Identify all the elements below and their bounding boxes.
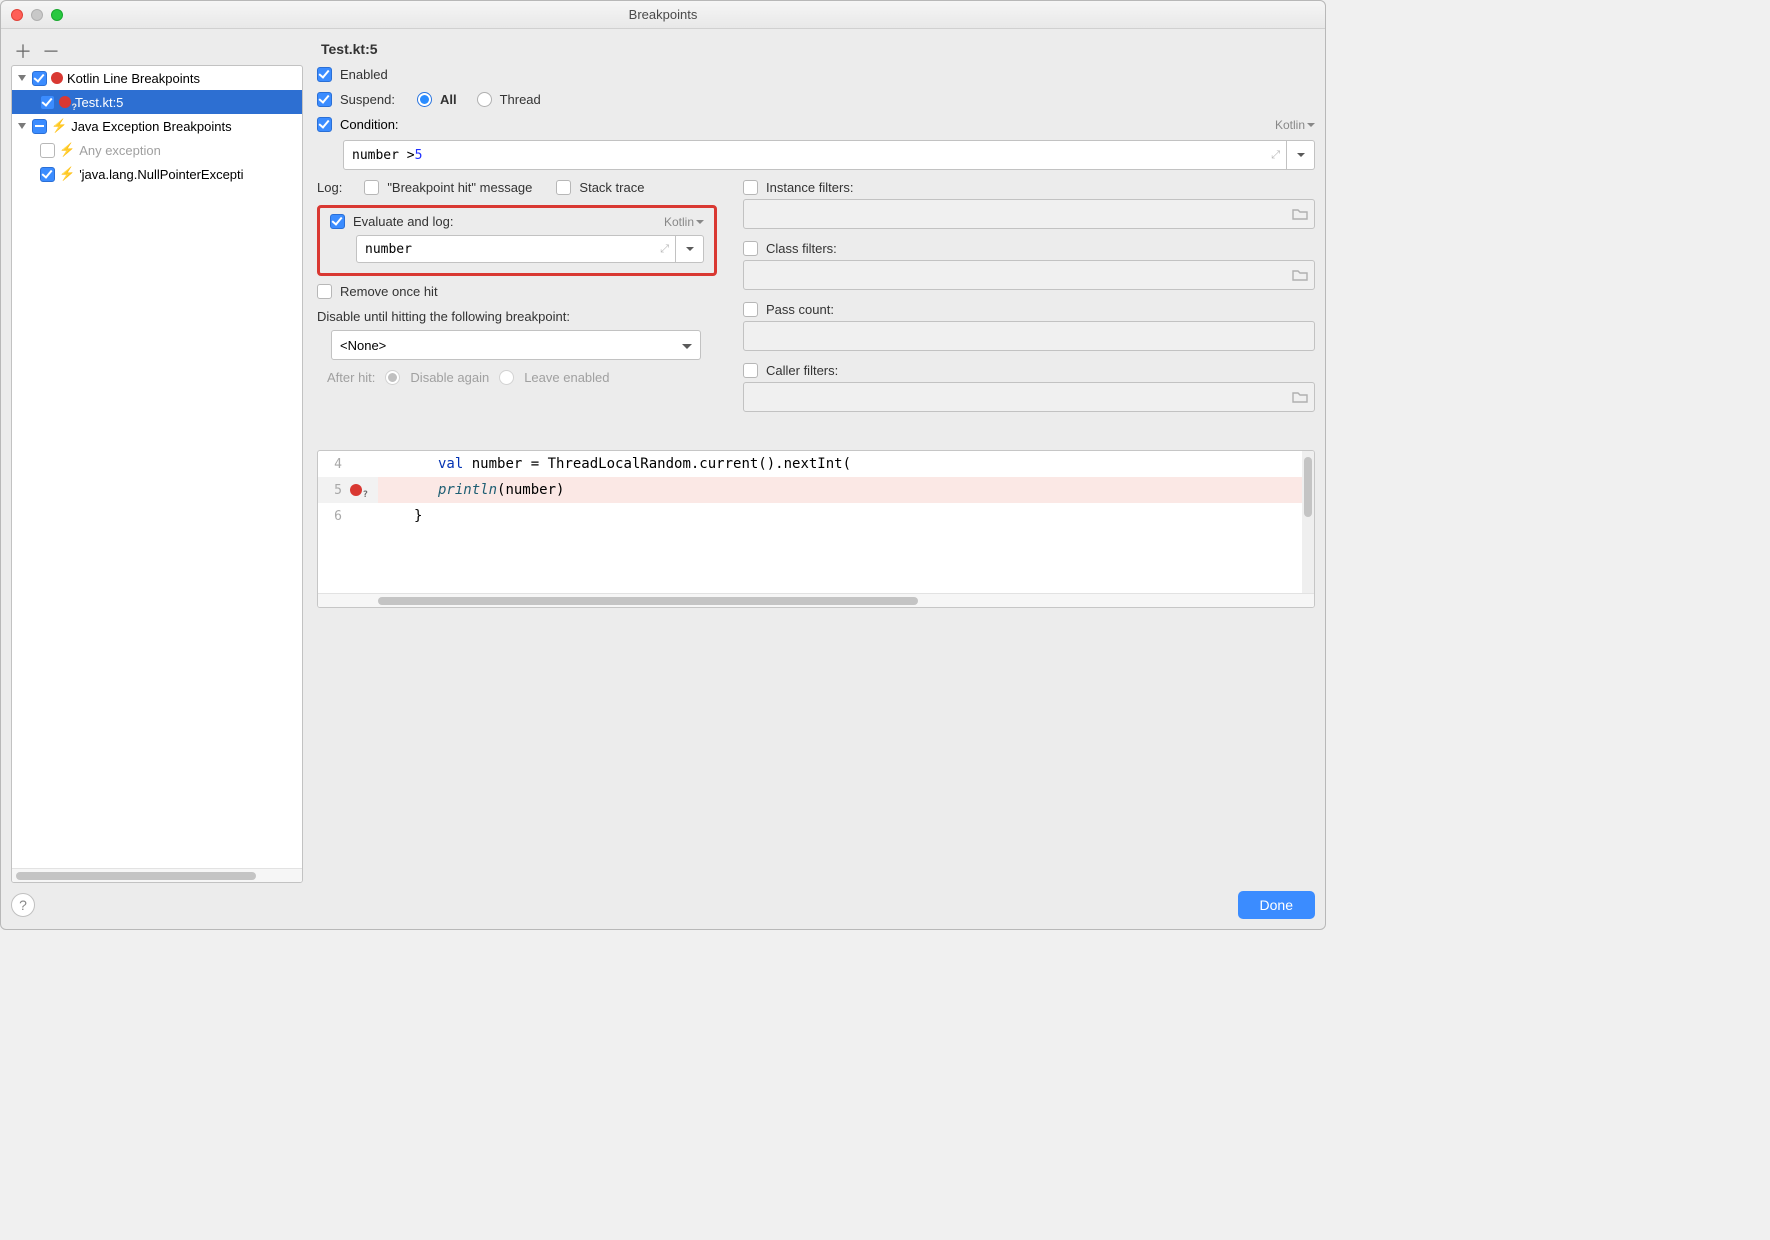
tree-group-kotlin-line[interactable]: Kotlin Line Breakpoints — [12, 66, 302, 90]
caller-filters-label: Caller filters: — [766, 363, 838, 378]
log-stack-trace-checkbox[interactable] — [556, 180, 571, 195]
remove-once-hit-checkbox[interactable] — [317, 284, 332, 299]
remove-once-hit-label: Remove once hit — [340, 284, 438, 299]
pass-count-field — [743, 321, 1315, 351]
tree-item-any-exception[interactable]: ⚡ Any exception — [12, 138, 302, 162]
line-number: 5 — [318, 483, 348, 498]
instance-filters-checkbox[interactable] — [743, 180, 758, 195]
evaluate-history-dropdown[interactable] — [676, 235, 704, 263]
suspend-label: Suspend: — [340, 92, 395, 107]
instance-filters-field — [743, 199, 1315, 229]
instance-filters-label: Instance filters: — [766, 180, 853, 195]
code-preview: 4 val number = ThreadLocalRandom.current… — [317, 450, 1315, 608]
browse-icon[interactable] — [1292, 390, 1308, 404]
tree-item-test-kt-5[interactable]: Test.kt:5 — [12, 90, 302, 114]
group-checkbox[interactable] — [32, 71, 47, 86]
evaluate-log-input[interactable]: number ⤢ — [356, 235, 676, 263]
tree-toolbar: ＋ － — [11, 37, 303, 65]
log-hit-message-label: "Breakpoint hit" message — [387, 180, 532, 195]
enabled-label: Enabled — [340, 67, 388, 82]
window-title: Breakpoints — [1, 7, 1325, 22]
evaluate-log-label: Evaluate and log: — [353, 214, 453, 229]
condition-history-dropdown[interactable] — [1287, 140, 1315, 170]
tree-item-npe[interactable]: ⚡ 'java.lang.NullPointerExcepti — [12, 162, 302, 186]
suspend-all-radio[interactable] — [417, 92, 432, 107]
after-hit-leave-radio — [499, 370, 514, 385]
tree-label: Kotlin Line Breakpoints — [67, 71, 200, 86]
class-filters-checkbox[interactable] — [743, 241, 758, 256]
group-checkbox[interactable] — [32, 119, 47, 134]
class-filters-field — [743, 260, 1315, 290]
disable-until-select[interactable]: <None> — [331, 330, 701, 360]
tree-group-java-exception[interactable]: ⚡ Java Exception Breakpoints — [12, 114, 302, 138]
tree-label: Test.kt:5 — [75, 95, 123, 110]
evaluate-log-checkbox[interactable] — [330, 214, 345, 229]
code-vertical-scrollbar[interactable] — [1302, 451, 1314, 593]
condition-label: Condition: — [340, 117, 399, 132]
browse-icon[interactable] — [1292, 268, 1308, 282]
evaluate-and-log-highlight: Evaluate and log: Kotlin number ⤢ — [317, 205, 717, 276]
log-label: Log: — [317, 180, 342, 195]
tree-horizontal-scrollbar[interactable] — [12, 868, 302, 882]
disable-until-label: Disable until hitting the following brea… — [317, 309, 570, 324]
item-checkbox[interactable] — [40, 143, 55, 158]
exception-icon: ⚡ — [59, 142, 75, 158]
gutter-breakpoint-icon[interactable] — [350, 484, 362, 496]
expand-icon[interactable]: ⤢ — [660, 242, 669, 256]
after-hit-disable-radio — [385, 370, 400, 385]
breakpoint-title: Test.kt:5 — [321, 41, 1315, 57]
line-number: 6 — [318, 509, 348, 524]
pass-count-checkbox[interactable] — [743, 302, 758, 317]
condition-language-dropdown[interactable]: Kotlin — [1275, 118, 1315, 132]
exception-icon: ⚡ — [59, 166, 75, 182]
class-filters-label: Class filters: — [766, 241, 837, 256]
enabled-checkbox[interactable] — [317, 67, 332, 82]
line-number: 4 — [318, 457, 348, 472]
help-button[interactable]: ? — [11, 893, 35, 917]
browse-icon[interactable] — [1292, 207, 1308, 221]
evaluate-language-dropdown[interactable]: Kotlin — [664, 215, 704, 229]
code-horizontal-scrollbar[interactable] — [318, 593, 1314, 607]
caller-filters-field — [743, 382, 1315, 412]
suspend-thread-label: Thread — [500, 92, 541, 107]
suspend-thread-radio[interactable] — [477, 92, 492, 107]
breakpoints-dialog: Breakpoints ＋ － Kotlin Line Breakpoin — [0, 0, 1326, 930]
condition-checkbox[interactable] — [317, 117, 332, 132]
after-hit-disable-label: Disable again — [410, 370, 489, 385]
pass-count-label: Pass count: — [766, 302, 834, 317]
breakpoint-icon — [51, 72, 63, 84]
caller-filters-checkbox[interactable] — [743, 363, 758, 378]
titlebar: Breakpoints — [1, 1, 1325, 29]
after-hit-leave-label: Leave enabled — [524, 370, 609, 385]
item-checkbox[interactable] — [40, 95, 55, 110]
suspend-checkbox[interactable] — [317, 92, 332, 107]
exception-icon: ⚡ — [51, 118, 67, 134]
tree-label: Any exception — [79, 143, 161, 158]
add-breakpoint-button[interactable]: ＋ — [15, 43, 31, 59]
log-hit-message-checkbox[interactable] — [364, 180, 379, 195]
condition-input[interactable]: number > 5 ⤢ — [343, 140, 1287, 170]
done-button[interactable]: Done — [1238, 891, 1315, 919]
after-hit-label: After hit: — [327, 370, 375, 385]
suspend-all-label: All — [440, 92, 457, 107]
tree-label: Java Exception Breakpoints — [71, 119, 231, 134]
disclosure-icon[interactable] — [16, 72, 28, 84]
item-checkbox[interactable] — [40, 167, 55, 182]
remove-breakpoint-button[interactable]: － — [43, 43, 59, 59]
conditional-breakpoint-icon — [59, 96, 71, 108]
breakpoints-tree[interactable]: Kotlin Line Breakpoints Test.kt:5 ⚡ — [11, 65, 303, 883]
tree-label: 'java.lang.NullPointerExcepti — [79, 167, 243, 182]
log-stack-trace-label: Stack trace — [579, 180, 644, 195]
expand-icon[interactable]: ⤢ — [1271, 148, 1280, 162]
disclosure-icon[interactable] — [16, 120, 28, 132]
